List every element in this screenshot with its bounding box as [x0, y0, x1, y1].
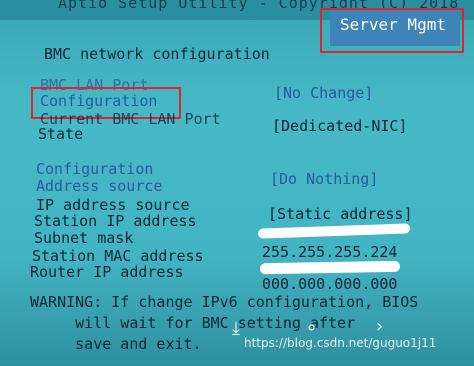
subnet-mask-value[interactable]: 255.255.255.224 — [262, 244, 397, 261]
bmc-lan-port-value[interactable]: [No Change] — [274, 85, 373, 102]
current-port-label-cont: State — [38, 125, 84, 143]
router-ip-value[interactable]: 000.000.000.000 — [262, 276, 397, 293]
address-source-label[interactable]: Configuration — [36, 161, 153, 178]
station-ip-label: Station IP address — [34, 212, 197, 230]
section-title: BMC network configuration — [44, 45, 270, 63]
router-ip-label: Router IP address — [30, 263, 184, 281]
current-port-value: [Dedicated-NIC] — [272, 117, 408, 135]
ip-source-value[interactable]: [Static address] — [268, 206, 413, 223]
subnet-mask-label: Subnet mask — [34, 229, 134, 247]
address-source-label-cont[interactable]: Address source — [36, 178, 162, 195]
bios-screen: Aptio Setup Utility - Copyright (C) 2018… — [0, 0, 474, 366]
watermark-url: https://blog.csdn.net/guguo1j11 — [244, 336, 437, 350]
warning-line-3: save and exit. — [30, 335, 202, 353]
chevron-right-icon[interactable]: › — [376, 316, 383, 337]
download-icon[interactable]: ⤓ — [232, 318, 240, 339]
address-source-value[interactable]: [Do Nothing] — [270, 171, 378, 188]
warning-line-1: WARNING: If change IPv6 configuration, B… — [30, 293, 419, 311]
station-ip-redaction — [257, 223, 411, 239]
tab-highlight-box — [320, 8, 464, 53]
station-mac-redaction — [259, 260, 401, 275]
